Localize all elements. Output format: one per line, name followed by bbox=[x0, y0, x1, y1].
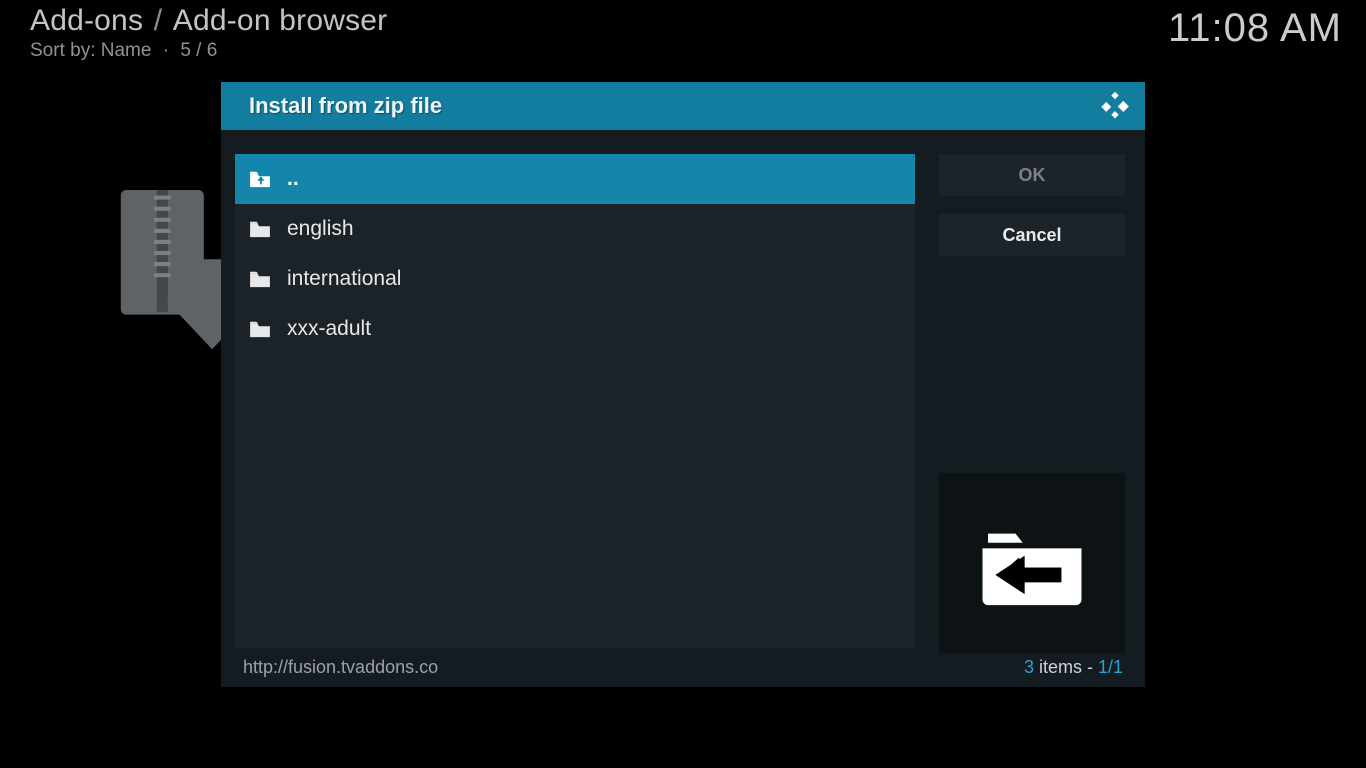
page-indicator: 1/1 bbox=[1098, 657, 1123, 677]
preview-thumbnail bbox=[939, 473, 1125, 653]
file-item-folder[interactable]: international bbox=[235, 254, 915, 304]
item-count: 3 items - 1/1 bbox=[1024, 657, 1123, 678]
breadcrumb: Add-ons / Add-on browser bbox=[30, 4, 387, 38]
sort-label: Sort by: Name bbox=[30, 40, 151, 61]
dialog-header: Install from zip file bbox=[221, 82, 1145, 130]
file-list[interactable]: .. english international bbox=[235, 154, 915, 648]
breadcrumb-separator: / bbox=[152, 4, 173, 37]
install-from-zip-dialog: Install from zip file .. bbox=[221, 82, 1145, 687]
file-item-label: english bbox=[287, 217, 354, 241]
breadcrumb-section: Add-ons bbox=[30, 4, 143, 37]
file-item-label: international bbox=[287, 267, 401, 291]
folder-up-icon bbox=[249, 170, 271, 188]
sort-info: Sort by: Name · 5 / 6 bbox=[30, 40, 387, 62]
file-item-folder[interactable]: english bbox=[235, 204, 915, 254]
clock: 11:08 AM bbox=[1168, 6, 1342, 51]
current-path: http://fusion.tvaddons.co bbox=[243, 657, 438, 678]
folder-icon bbox=[249, 220, 271, 238]
folder-icon bbox=[249, 270, 271, 288]
file-item-label: .. bbox=[287, 167, 299, 191]
dot-separator: · bbox=[157, 40, 175, 61]
list-position: 5 / 6 bbox=[180, 40, 217, 61]
folder-back-icon bbox=[977, 513, 1087, 613]
ok-button[interactable]: OK bbox=[939, 154, 1125, 196]
kodi-logo-icon bbox=[1101, 92, 1129, 120]
item-count-number: 3 bbox=[1024, 657, 1034, 677]
file-item-folder[interactable]: xxx-adult bbox=[235, 304, 915, 354]
folder-icon bbox=[249, 320, 271, 338]
file-item-label: xxx-adult bbox=[287, 317, 371, 341]
cancel-button[interactable]: Cancel bbox=[939, 214, 1125, 256]
item-count-word: items - bbox=[1034, 657, 1098, 677]
dialog-title: Install from zip file bbox=[249, 93, 442, 119]
file-item-parent-dir[interactable]: .. bbox=[235, 154, 915, 204]
breadcrumb-section: Add-on browser bbox=[173, 4, 388, 37]
